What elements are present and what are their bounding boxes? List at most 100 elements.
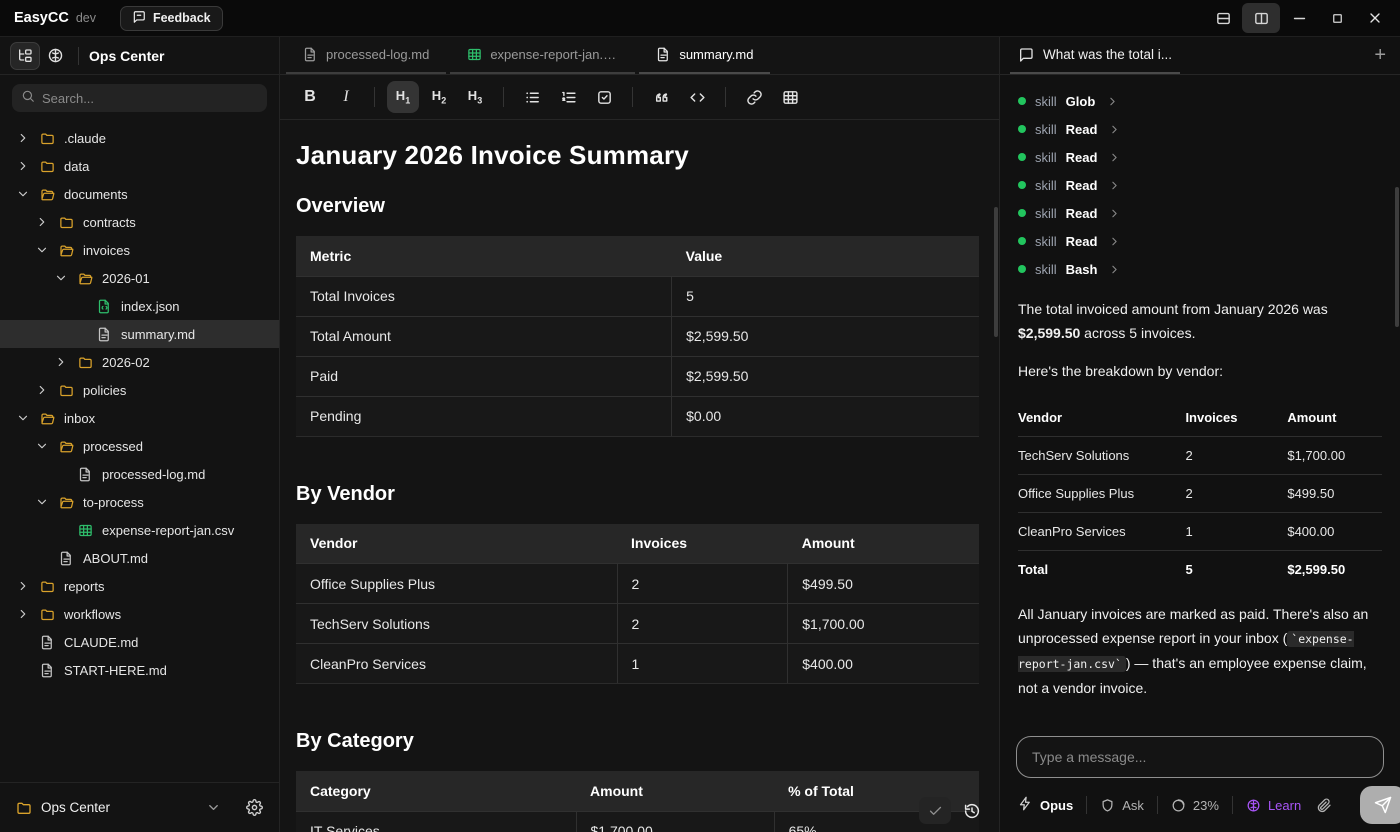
maximize-button[interactable] [1318, 3, 1356, 33]
chat-scrollbar[interactable] [1395, 187, 1399, 327]
chevron-right-icon[interactable] [16, 159, 40, 173]
chevron-down-icon[interactable] [35, 439, 59, 453]
editor-scrollbar[interactable] [994, 207, 998, 337]
close-button[interactable] [1356, 3, 1394, 33]
bold-button[interactable]: B [294, 81, 326, 113]
skill-status-dot [1018, 209, 1026, 217]
tree-item-inbox[interactable]: inbox [0, 404, 279, 432]
table-row: TechServ Solutions2$1,700.00 [296, 604, 979, 644]
tree-item-contracts[interactable]: contracts [0, 208, 279, 236]
check-icon[interactable] [919, 797, 951, 824]
tree-item-processed-log.md[interactable]: processed-log.md [0, 460, 279, 488]
text-segment: The total invoiced amount from January 2… [1018, 301, 1328, 317]
heading3-button[interactable]: H3 [459, 81, 491, 113]
chat-table-row: TechServ Solutions2$1,700.00 [1018, 437, 1382, 475]
search-input[interactable] [42, 91, 258, 106]
chevron-right-icon [1108, 179, 1121, 192]
workspace-switcher-label[interactable]: Ops Center [41, 800, 110, 815]
feedback-button[interactable]: Feedback [120, 6, 223, 31]
file-tree-view-icon[interactable] [10, 42, 40, 70]
ordered-list-icon[interactable] [552, 81, 584, 113]
heading2-button[interactable]: H2 [423, 81, 455, 113]
tree-item-documents[interactable]: documents [0, 180, 279, 208]
chevron-down-icon[interactable] [35, 495, 59, 509]
chevron-down-icon[interactable] [54, 271, 78, 285]
editor-tab-summary.md[interactable]: summary.md [639, 37, 770, 74]
skill-row-Glob[interactable]: skillGlob [1018, 87, 1382, 115]
mode-selector[interactable]: Ask [1100, 798, 1144, 813]
minimize-button[interactable] [1280, 3, 1318, 33]
chevron-down-icon[interactable] [206, 800, 221, 815]
table-cell: 2 [617, 564, 788, 604]
heading1-button[interactable]: H1 [387, 81, 419, 113]
new-chat-button[interactable]: + [1374, 37, 1386, 74]
tree-item-2026-01[interactable]: 2026-01 [0, 264, 279, 292]
tree-item-summary.md[interactable]: summary.md [0, 320, 279, 348]
bullet-list-icon[interactable] [516, 81, 548, 113]
chevron-right-icon[interactable] [54, 355, 78, 369]
tree-item-processed[interactable]: processed [0, 432, 279, 460]
chevron-down-icon[interactable] [35, 243, 59, 257]
chevron-right-icon [1108, 207, 1121, 220]
table-cell: 5 [672, 276, 979, 316]
chat-tab[interactable]: What was the total i... [1010, 37, 1180, 74]
tree-item-ABOUT.md[interactable]: ABOUT.md [0, 544, 279, 572]
context-usage[interactable]: 23% [1171, 798, 1219, 813]
model-selector[interactable]: Opus [1018, 796, 1073, 814]
skill-row-Read[interactable]: skillRead [1018, 115, 1382, 143]
tree-item-workflows[interactable]: workflows [0, 600, 279, 628]
tree-item-to-process[interactable]: to-process [0, 488, 279, 516]
tree-item-label: reports [64, 579, 104, 594]
chat-message-input[interactable] [1016, 736, 1384, 778]
link-icon[interactable] [738, 81, 770, 113]
brain-view-icon[interactable] [40, 42, 70, 70]
paperclip-icon[interactable] [1316, 797, 1332, 813]
chevron-down-icon[interactable] [16, 411, 40, 425]
skill-row-Bash[interactable]: skillBash [1018, 255, 1382, 283]
tree-item-START-HERE.md[interactable]: START-HERE.md [0, 656, 279, 684]
tree-item-.claude[interactable]: .claude [0, 124, 279, 152]
code-icon[interactable] [681, 81, 713, 113]
toolbar-divider [503, 87, 504, 107]
split-vertical-icon[interactable] [1242, 3, 1280, 33]
tree-item-CLAUDE.md[interactable]: CLAUDE.md [0, 628, 279, 656]
tree-item-expense-report-jan.csv[interactable]: expense-report-jan.csv [0, 516, 279, 544]
skill-row-Read[interactable]: skillRead [1018, 143, 1382, 171]
task-list-icon[interactable] [588, 81, 620, 113]
document-editor[interactable]: January 2026 Invoice SummaryOverviewMetr… [280, 120, 999, 832]
history-icon[interactable] [959, 798, 985, 824]
tree-item-2026-02[interactable]: 2026-02 [0, 348, 279, 376]
skill-row-Read[interactable]: skillRead [1018, 227, 1382, 255]
chevron-right-icon[interactable] [16, 607, 40, 621]
tree-item-invoices[interactable]: invoices [0, 236, 279, 264]
chat-table-cell: 2 [1185, 475, 1287, 513]
split-horizontal-icon[interactable] [1204, 3, 1242, 33]
folder-icon [40, 131, 64, 146]
chat-bubble-icon [1018, 47, 1034, 63]
italic-button[interactable]: I [330, 81, 362, 113]
tree-item-data[interactable]: data [0, 152, 279, 180]
skill-row-Read[interactable]: skillRead [1018, 171, 1382, 199]
editor-tab-expense-report-jan.c...[interactable]: expense-report-jan.c... [450, 37, 635, 74]
learn-toggle[interactable]: Learn [1246, 798, 1301, 813]
workspace-title: Ops Center [89, 48, 164, 64]
editor-tab-processed-log.md[interactable]: processed-log.md [286, 37, 446, 74]
document-table: MetricValueTotal Invoices5Total Amount$2… [296, 236, 979, 437]
tree-item-policies[interactable]: policies [0, 376, 279, 404]
table-icon[interactable] [774, 81, 806, 113]
model-label: Opus [1040, 798, 1073, 813]
chevron-down-icon[interactable] [16, 187, 40, 201]
gear-icon[interactable] [246, 799, 263, 816]
chevron-right-icon[interactable] [35, 215, 59, 229]
tree-item-index.json[interactable]: index.json [0, 292, 279, 320]
skill-row-Read[interactable]: skillRead [1018, 199, 1382, 227]
editor-pane: processed-log.mdexpense-report-jan.c...s… [280, 37, 1000, 832]
search-box[interactable] [12, 84, 267, 112]
chevron-right-icon[interactable] [16, 579, 40, 593]
send-button[interactable] [1360, 786, 1400, 824]
tree-item-reports[interactable]: reports [0, 572, 279, 600]
folder-icon [78, 355, 102, 370]
chevron-right-icon[interactable] [16, 131, 40, 145]
chevron-right-icon[interactable] [35, 383, 59, 397]
blockquote-icon[interactable] [645, 81, 677, 113]
